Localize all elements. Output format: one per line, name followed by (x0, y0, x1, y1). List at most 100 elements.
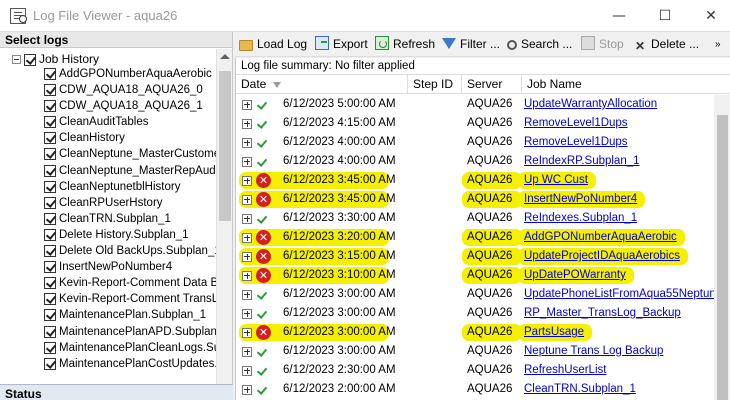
expand-row-icon[interactable] (242, 100, 252, 110)
cell-job-name-link[interactable]: Up WC Cust (524, 171, 714, 190)
tree-item[interactable]: Delete History.Subplan_1 (44, 227, 216, 243)
load-log-button[interactable]: Load Log (239, 36, 307, 53)
checkbox[interactable] (44, 261, 56, 274)
checkbox[interactable] (44, 148, 56, 161)
grid-scrollbar-thumb[interactable] (717, 115, 728, 400)
table-row[interactable]: 6/12/2023 4:15:00 AM AQUA26 RemoveLevel1Du… (236, 114, 714, 133)
table-row[interactable]: 6/12/2023 2:00:00 AM AQUA26 CleanTRN.Subpl… (236, 380, 714, 399)
cell-job-name-link[interactable]: UpdatePhoneListFromAqua55NeptuneM (524, 285, 714, 304)
table-row[interactable]: 6/12/2023 3:00:00 AM AQUA26 UpdatePhoneLis… (236, 285, 714, 304)
expand-row-icon[interactable] (242, 176, 252, 186)
grid-scrollbar[interactable] (714, 95, 730, 400)
checkbox[interactable] (44, 325, 56, 338)
table-row[interactable]: ✕ 6/12/2023 3:00:00 AM AQUA26 PartsUsage (236, 323, 714, 342)
expand-row-icon[interactable] (242, 347, 252, 357)
cell-job-name-link[interactable]: AddGPONumberAquaAerobic (524, 228, 714, 247)
search-button[interactable]: Search ... (507, 36, 572, 53)
tree-item[interactable]: Kevin-Report-Comment Data Bac (44, 275, 216, 291)
cell-job-name-link[interactable]: ReIndexRP.Subplan_1 (524, 152, 714, 171)
table-row[interactable]: 6/12/2023 4:00:00 AM AQUA26 RemoveLevel1Du… (236, 133, 714, 152)
expand-row-icon[interactable] (242, 366, 252, 376)
tree-item[interactable]: Delete Old BackUps.Subplan_1 (44, 243, 216, 259)
tree-item[interactable]: CleanAuditTables (44, 114, 216, 130)
tree-item[interactable]: CleanNeptunetblHistory (44, 179, 216, 195)
checkbox[interactable] (24, 53, 36, 66)
tree-root-job-history[interactable]: Job History (12, 51, 99, 67)
table-row[interactable]: ✕ 6/12/2023 3:45:00 AM AQUA26 InsertNewPoNu… (236, 190, 714, 209)
minimize-button[interactable]: — (596, 0, 642, 32)
checkbox[interactable] (44, 212, 56, 225)
table-row[interactable]: 6/12/2023 2:30:00 AM AQUA26 RefreshUserLis… (236, 361, 714, 380)
table-row[interactable]: 6/12/2023 5:00:00 AM AQUA26 UpdateWarranty… (236, 95, 714, 114)
collapse-icon[interactable] (12, 55, 21, 65)
checkbox[interactable] (44, 277, 56, 290)
expand-row-icon[interactable] (242, 328, 252, 338)
checkbox[interactable] (44, 228, 56, 241)
tree-item[interactable]: CleanTRN.Subplan_1 (44, 211, 216, 227)
refresh-button[interactable]: Refresh (375, 36, 435, 53)
expand-row-icon[interactable] (242, 252, 252, 262)
cell-job-name-link[interactable]: CleanTRN.Subplan_1 (524, 380, 714, 399)
checkbox[interactable] (44, 100, 56, 113)
expand-row-icon[interactable] (242, 214, 252, 224)
cell-job-name-link[interactable]: PartsUsage (524, 323, 714, 342)
cell-job-name-link[interactable]: RemoveLevel1Dups (524, 114, 714, 133)
table-row[interactable]: ✕ 6/12/2023 3:20:00 AM AQUA26 AddGPONumberA… (236, 228, 714, 247)
scroll-up-arrow-icon[interactable] (220, 54, 230, 59)
checkbox[interactable] (44, 164, 56, 177)
checkbox[interactable] (44, 293, 56, 306)
tree-item[interactable]: CleanHistory (44, 130, 216, 146)
column-header-step-id[interactable]: Step ID (408, 75, 462, 94)
cell-job-name-link[interactable]: Neptune Trans Log Backup (524, 342, 714, 361)
table-row[interactable]: ✕ 6/12/2023 3:10:00 AM AQUA26 UpDatePOWarra… (236, 266, 714, 285)
filter-button[interactable]: Filter ... (442, 36, 500, 53)
tree-item[interactable]: CleanNeptune_MasterCustomerA (44, 146, 216, 162)
table-row[interactable]: 6/12/2023 3:00:00 AM AQUA26 RP_Master_Tran… (236, 304, 714, 323)
checkbox[interactable] (44, 341, 56, 354)
tree-item[interactable]: InsertNewPoNumber4 (44, 259, 216, 275)
maximize-button[interactable]: ☐ (642, 0, 688, 32)
expand-row-icon[interactable] (242, 195, 252, 205)
expand-row-icon[interactable] (242, 138, 252, 148)
stop-button[interactable]: Stop (581, 36, 624, 53)
column-header-job-name[interactable]: Job Name (522, 75, 714, 94)
cell-job-name-link[interactable]: InsertNewPoNumber4 (524, 190, 714, 209)
checkbox[interactable] (44, 132, 56, 145)
cell-job-name-link[interactable]: RP_Master_TransLog_Backup (524, 304, 714, 323)
tree-item[interactable]: MaintenancePlanCleanLogs.Sub (44, 340, 216, 356)
left-scrollbar-thumb[interactable] (219, 71, 231, 221)
delete-button[interactable]: ✕ Delete ... (633, 36, 699, 53)
cell-job-name-link[interactable]: UpdateWarrantyAllocation (524, 95, 714, 114)
checkbox[interactable] (44, 196, 56, 209)
cell-job-name-link[interactable]: UpDatePOWarranty (524, 266, 714, 285)
table-row[interactable]: 6/12/2023 3:00:00 AM AQUA26 Neptune Trans … (236, 342, 714, 361)
tree-item[interactable]: MaintenancePlanAPD.Subplan_1 (44, 324, 216, 340)
expand-row-icon[interactable] (242, 157, 252, 167)
cell-job-name-link[interactable]: UpdateProjectIDAquaAerobics (524, 247, 714, 266)
column-header-date[interactable]: Date (236, 75, 408, 94)
export-button[interactable]: Export (315, 36, 368, 53)
checkbox[interactable] (44, 245, 56, 258)
column-header-server[interactable]: Server (462, 75, 522, 94)
toolbar-overflow-button[interactable]: » (715, 36, 721, 53)
checkbox[interactable] (44, 116, 56, 129)
table-row[interactable]: ✕ 6/12/2023 3:45:00 AM AQUA26 Up WC Cust (236, 171, 714, 190)
tree-item[interactable]: Kevin-Report-Comment TransLog (44, 291, 216, 307)
cell-job-name-link[interactable]: RemoveLevel1Dups (524, 133, 714, 152)
cell-job-name-link[interactable]: ReIndexes.Subplan_1 (524, 209, 714, 228)
expand-row-icon[interactable] (242, 385, 252, 395)
checkbox[interactable] (44, 180, 56, 193)
table-row[interactable]: ✕ 6/12/2023 3:15:00 AM AQUA26 UpdateProject… (236, 247, 714, 266)
table-row[interactable]: 6/12/2023 4:00:00 AM AQUA26 ReIndexRP.Subp… (236, 152, 714, 171)
tree-item[interactable]: CleanRPUserHstory (44, 195, 216, 211)
tree-item[interactable]: CleanNeptune_MasterRepAudit (44, 163, 216, 179)
checkbox[interactable] (44, 357, 56, 370)
checkbox[interactable] (44, 68, 56, 80)
left-scrollbar[interactable] (216, 49, 232, 384)
tree-item[interactable]: MaintenancePlanCostUpdates.S (44, 356, 216, 372)
checkbox[interactable] (44, 309, 56, 322)
table-row[interactable]: 6/12/2023 3:30:00 AM AQUA26 ReIndexes.Subp… (236, 209, 714, 228)
expand-row-icon[interactable] (242, 271, 252, 281)
cell-job-name-link[interactable]: RefreshUserList (524, 361, 714, 380)
tree-item[interactable]: AddGPONumberAquaAerobic (44, 66, 216, 82)
